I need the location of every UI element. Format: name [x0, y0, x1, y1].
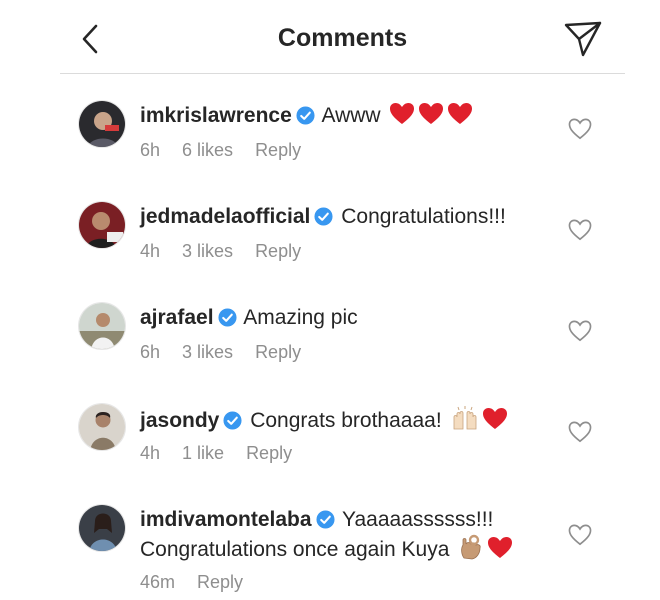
comment-time: 4h [140, 241, 161, 261]
verified-badge-icon [218, 308, 237, 327]
comment-message: Congrats brothaaaa! [250, 409, 442, 432]
reply-button[interactable]: Reply [255, 241, 301, 261]
red-heart-emoji-icon [419, 103, 444, 124]
likes-count[interactable]: 1 like [182, 443, 224, 463]
comment-username[interactable]: jasondy [140, 409, 219, 432]
comment-message: Yaaaaassssss!!! [342, 508, 494, 531]
avatar[interactable] [78, 403, 126, 451]
comment-time: 46m [140, 572, 176, 592]
heart-outline-icon [568, 421, 592, 443]
comment-message-line2: Congratulations once again Kuya [140, 538, 450, 561]
heart-outline-icon [568, 118, 592, 140]
reply-button[interactable]: Reply [246, 443, 292, 463]
avatar[interactable] [78, 504, 126, 552]
comment-meta: 4h 1 like Reply [140, 443, 314, 464]
verified-badge-icon [223, 411, 242, 430]
likes-count[interactable]: 3 likes [182, 342, 233, 362]
comment-time: 6h [140, 140, 161, 160]
comment-username[interactable]: imkrislawrence [140, 104, 292, 127]
comment-meta: 46m Reply [140, 572, 265, 593]
comment-time: 4h [140, 443, 161, 463]
verified-badge-icon [314, 207, 333, 226]
page-title: Comments [277, 24, 408, 52]
heart-outline-icon [568, 219, 592, 241]
reply-button[interactable]: Reply [255, 342, 301, 362]
comment-text: imdivamontelaba Yaaaaassssss!!! Congratu… [140, 506, 560, 564]
comment-text: jasondy Congrats brothaaaa! [140, 405, 560, 435]
likes-count[interactable]: 3 likes [182, 241, 233, 261]
comment-text: ajrafael Amazing pic [140, 304, 560, 332]
reply-button[interactable]: Reply [255, 140, 301, 160]
comment-meta: 6h 3 likes Reply [140, 342, 323, 363]
comment-username[interactable]: imdivamontelaba [140, 508, 312, 531]
paper-plane-icon [564, 21, 602, 57]
comment-meta: 6h 6 likes Reply [140, 140, 323, 161]
reply-button[interactable]: Reply [197, 572, 243, 592]
header: Comments [60, 0, 625, 74]
verified-badge-icon [316, 510, 335, 529]
heart-outline-icon [568, 524, 592, 546]
comment-username[interactable]: ajrafael [140, 306, 214, 329]
like-button[interactable] [568, 524, 596, 550]
avatar[interactable] [78, 201, 126, 249]
red-heart-emoji-icon [448, 103, 473, 124]
left-background [0, 0, 60, 600]
like-button[interactable] [568, 118, 596, 144]
share-button[interactable] [563, 20, 603, 58]
avatar[interactable] [78, 100, 126, 148]
like-button[interactable] [568, 320, 596, 346]
comments-screen: Comments imkrislawrence Awww 6h 6 likes … [60, 0, 625, 600]
comment-message: Congratulations!!! [341, 205, 506, 228]
red-heart-emoji-icon [482, 408, 507, 429]
raising-hands-emoji-icon [453, 406, 476, 430]
red-heart-emoji-icon [390, 103, 415, 124]
comment-message: Awww [321, 104, 381, 127]
comment-time: 6h [140, 342, 161, 362]
comment-text: jedmadelaofficial Congratulations!!! [140, 203, 560, 231]
heart-outline-icon [568, 320, 592, 342]
comment-username[interactable]: jedmadelaofficial [140, 205, 310, 228]
comment-text: imkrislawrence Awww [140, 102, 560, 130]
likes-count[interactable]: 6 likes [182, 140, 233, 160]
comment-meta: 4h 3 likes Reply [140, 241, 323, 262]
verified-badge-icon [296, 106, 315, 125]
comment-message: Amazing pic [243, 306, 358, 329]
ok-hand-emoji-icon [461, 534, 481, 560]
avatar[interactable] [78, 302, 126, 350]
like-button[interactable] [568, 421, 596, 447]
red-heart-emoji-icon [488, 537, 513, 558]
like-button[interactable] [568, 219, 596, 245]
